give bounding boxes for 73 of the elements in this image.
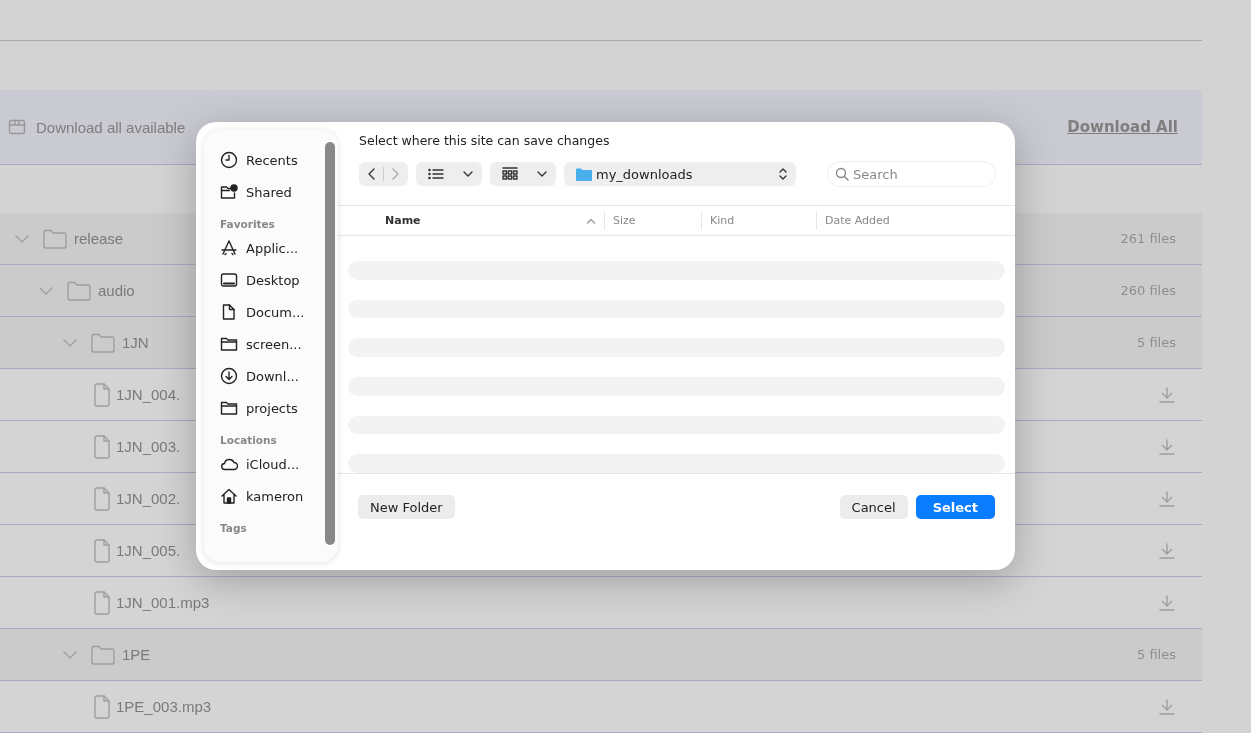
sidebar-item[interactable]: projects	[220, 392, 338, 424]
sidebar-item[interactable]: Desktop	[220, 264, 338, 296]
sidebar-item[interactable]: Recents	[220, 144, 338, 176]
back-forward-control[interactable]	[359, 162, 408, 186]
item-name: release	[74, 230, 124, 247]
scrollbar[interactable]	[325, 142, 335, 545]
item-name: 1JN_004.	[116, 386, 181, 403]
banner-text: Download all available	[36, 118, 186, 136]
section-heading: Tags	[220, 522, 248, 534]
folder-icon	[90, 643, 116, 666]
dialog-title: Select where this site can save changes	[358, 132, 611, 150]
file-count: 260 files	[1120, 283, 1176, 298]
search-icon	[835, 167, 849, 181]
download-icon[interactable]	[1158, 541, 1176, 560]
folder-icon	[42, 227, 68, 250]
column-header[interactable]: Kind	[701, 211, 816, 230]
item-name: audio	[98, 282, 135, 299]
view-mode-button[interactable]	[416, 162, 482, 186]
file-icon	[94, 382, 112, 407]
file-count: 5 files	[1137, 647, 1176, 662]
clock-icon	[220, 151, 238, 169]
column-header[interactable]: Size	[604, 211, 701, 230]
location-picker[interactable]: my_downloads	[564, 162, 796, 186]
download-icon[interactable]	[1158, 489, 1176, 508]
download-icon[interactable]	[1158, 385, 1176, 404]
sidebar-item[interactable]: screen...	[220, 328, 338, 360]
folder-icon	[90, 331, 116, 354]
grid-icon	[502, 167, 518, 181]
item-name: 1JN_001.mp3	[116, 594, 210, 611]
file-count: 261 files	[1120, 231, 1176, 246]
select-button[interactable]: Select	[915, 495, 995, 519]
folder-icon	[220, 335, 238, 353]
section-heading: Favorites	[220, 218, 276, 230]
file-icon	[94, 486, 112, 511]
item-name: 1JN_002.	[116, 490, 181, 507]
package-icon	[8, 118, 26, 136]
sidebar-item[interactable]: Docum...	[220, 296, 338, 328]
download-icon[interactable]	[1158, 437, 1176, 456]
download-icon[interactable]	[1158, 593, 1176, 612]
item-name: 1PE	[122, 646, 151, 663]
file-icon	[94, 434, 112, 459]
desktop-icon	[220, 271, 238, 289]
folder-icon	[576, 167, 592, 181]
section-heading: Locations	[220, 434, 278, 446]
item-name: 1JN	[122, 334, 149, 351]
list-icon	[428, 167, 444, 181]
item-name: 1JN_005.	[116, 542, 181, 559]
sidebar-item[interactable]: Shared	[220, 176, 338, 208]
file-count: 5 files	[1137, 335, 1176, 350]
apps-icon	[220, 239, 238, 257]
sidebar-item[interactable]: kameron	[220, 480, 338, 512]
column-header[interactable]: Date Added	[816, 211, 1015, 230]
group-button[interactable]	[490, 162, 556, 186]
shared-folder-icon	[220, 183, 238, 201]
file-icon	[94, 590, 112, 615]
sidebar-item[interactable]: iCloud...	[220, 448, 338, 480]
download-icon	[220, 367, 238, 385]
item-name: 1JN_003.	[116, 438, 181, 455]
sidebar-item[interactable]: Applic...	[220, 232, 338, 264]
folder-icon	[66, 279, 92, 302]
search-field[interactable]: Search	[827, 161, 996, 187]
download-icon[interactable]	[1158, 697, 1176, 716]
document-icon	[220, 303, 238, 321]
home-icon	[220, 487, 238, 505]
item-name: 1PE_003.mp3	[116, 698, 212, 715]
folder-icon	[220, 399, 238, 417]
dialog-button[interactable]: Cancel	[839, 495, 908, 519]
up-down-icon	[778, 167, 788, 181]
file-icon	[94, 538, 112, 563]
column-header[interactable]: Name	[338, 211, 604, 230]
dialog-button[interactable]: New Folder	[358, 495, 455, 519]
file-icon	[94, 694, 112, 719]
sidebar-item[interactable]: Downl...	[220, 360, 338, 392]
